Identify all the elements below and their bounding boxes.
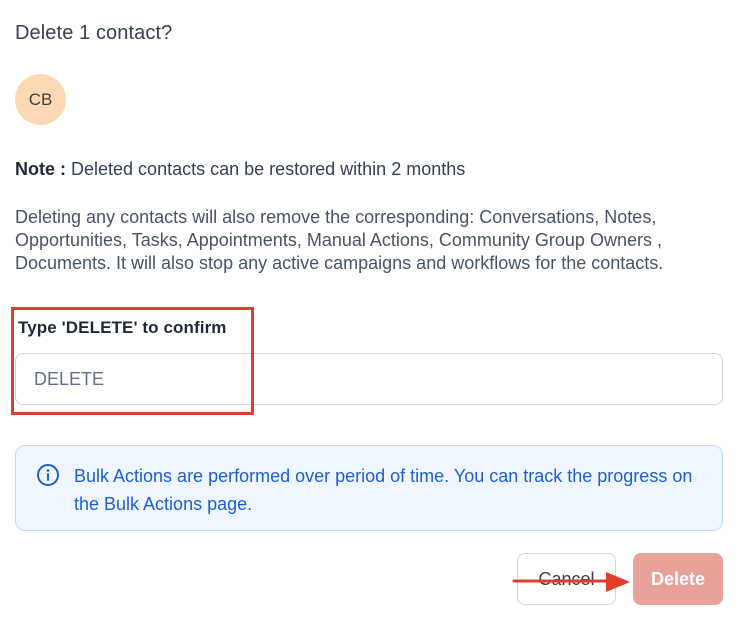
confirm-delete-input[interactable] <box>15 353 723 405</box>
info-text: Bulk Actions are performed over period o… <box>74 466 693 514</box>
confirm-label: Type 'DELETE' to confirm <box>18 318 227 337</box>
delete-warning-text: Deleting any contacts will also remove t… <box>15 207 664 273</box>
avatar: CB <box>15 74 66 125</box>
restore-note: Note : Deleted contacts can be restored … <box>15 159 465 180</box>
info-circle-icon <box>36 463 60 487</box>
cancel-button[interactable]: Cancel <box>517 553 616 605</box>
note-label: Note : <box>15 159 66 179</box>
avatar-initials: CB <box>28 89 53 109</box>
delete-contact-dialog: Delete 1 contact? CB Note : Deleted cont… <box>0 0 738 624</box>
dialog-title: Delete 1 contact? <box>15 22 173 44</box>
bulk-actions-info-banner: Bulk Actions are performed over period o… <box>15 445 723 531</box>
note-text: Deleted contacts can be restored within … <box>71 159 466 179</box>
delete-button[interactable]: Delete <box>633 553 723 605</box>
